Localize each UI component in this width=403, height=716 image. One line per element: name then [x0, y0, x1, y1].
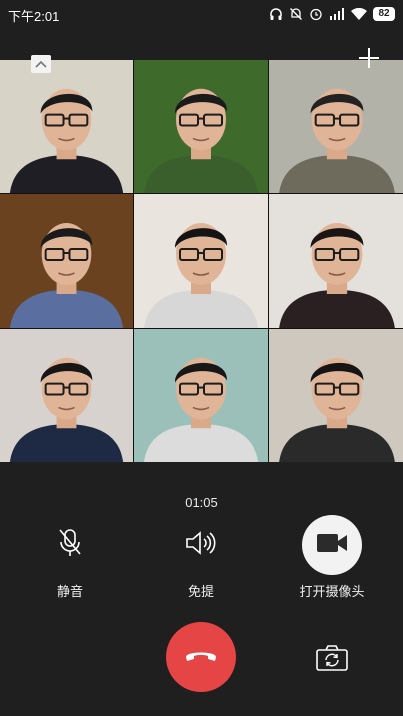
status-time: 下午2:01 — [8, 9, 60, 24]
wifi-icon — [351, 8, 367, 20]
bell-muted-icon — [289, 7, 303, 21]
plus-icon — [359, 48, 379, 72]
participant-video — [269, 329, 403, 462]
participant-video-tile[interactable] — [269, 60, 403, 193]
participant-video-tile[interactable] — [0, 194, 133, 328]
participant-video — [0, 194, 133, 328]
minimize-button[interactable] — [31, 55, 51, 73]
speaker-button[interactable]: 免提 — [141, 515, 261, 600]
hangup-button[interactable] — [166, 622, 236, 692]
participant-video-tile[interactable] — [0, 60, 133, 193]
chevron-up-icon — [35, 55, 47, 73]
switch-camera-icon — [316, 645, 348, 675]
participant-video — [134, 329, 268, 462]
camera-button[interactable]: 打开摄像头 — [272, 515, 392, 600]
camera-label: 打开摄像头 — [299, 584, 365, 599]
alarm-icon — [309, 7, 323, 21]
participant-video — [269, 60, 403, 193]
participant-video — [134, 60, 268, 193]
mute-label: 静音 — [56, 584, 83, 599]
video-camera-icon — [316, 532, 348, 559]
speaker-icon — [185, 530, 217, 561]
participant-video-tile[interactable] — [134, 329, 268, 462]
status-bar: 下午2:01 82 — [0, 0, 403, 28]
participant-video-tile[interactable] — [0, 329, 133, 462]
microphone-off-icon — [57, 528, 83, 563]
switch-camera-button[interactable] — [316, 645, 348, 671]
video-grid — [0, 60, 403, 462]
signal-icon — [329, 8, 345, 20]
participant-video — [0, 329, 133, 462]
call-timer: 01:05 — [185, 495, 218, 510]
participant-video — [134, 194, 268, 328]
phone-hangup-icon — [184, 647, 218, 668]
battery-icon: 82 — [373, 7, 395, 21]
participant-video-tile[interactable] — [134, 60, 268, 193]
mute-button[interactable]: 静音 — [10, 515, 130, 600]
participant-video — [269, 194, 403, 328]
participant-video — [0, 60, 133, 193]
participant-video-tile[interactable] — [134, 194, 268, 328]
participant-video-tile[interactable] — [269, 194, 403, 328]
participant-video-tile[interactable] — [269, 329, 403, 462]
headphones-icon — [269, 7, 283, 21]
speaker-label: 免提 — [187, 584, 214, 599]
add-participant-button[interactable] — [359, 48, 379, 68]
status-icons: 82 — [269, 5, 395, 23]
